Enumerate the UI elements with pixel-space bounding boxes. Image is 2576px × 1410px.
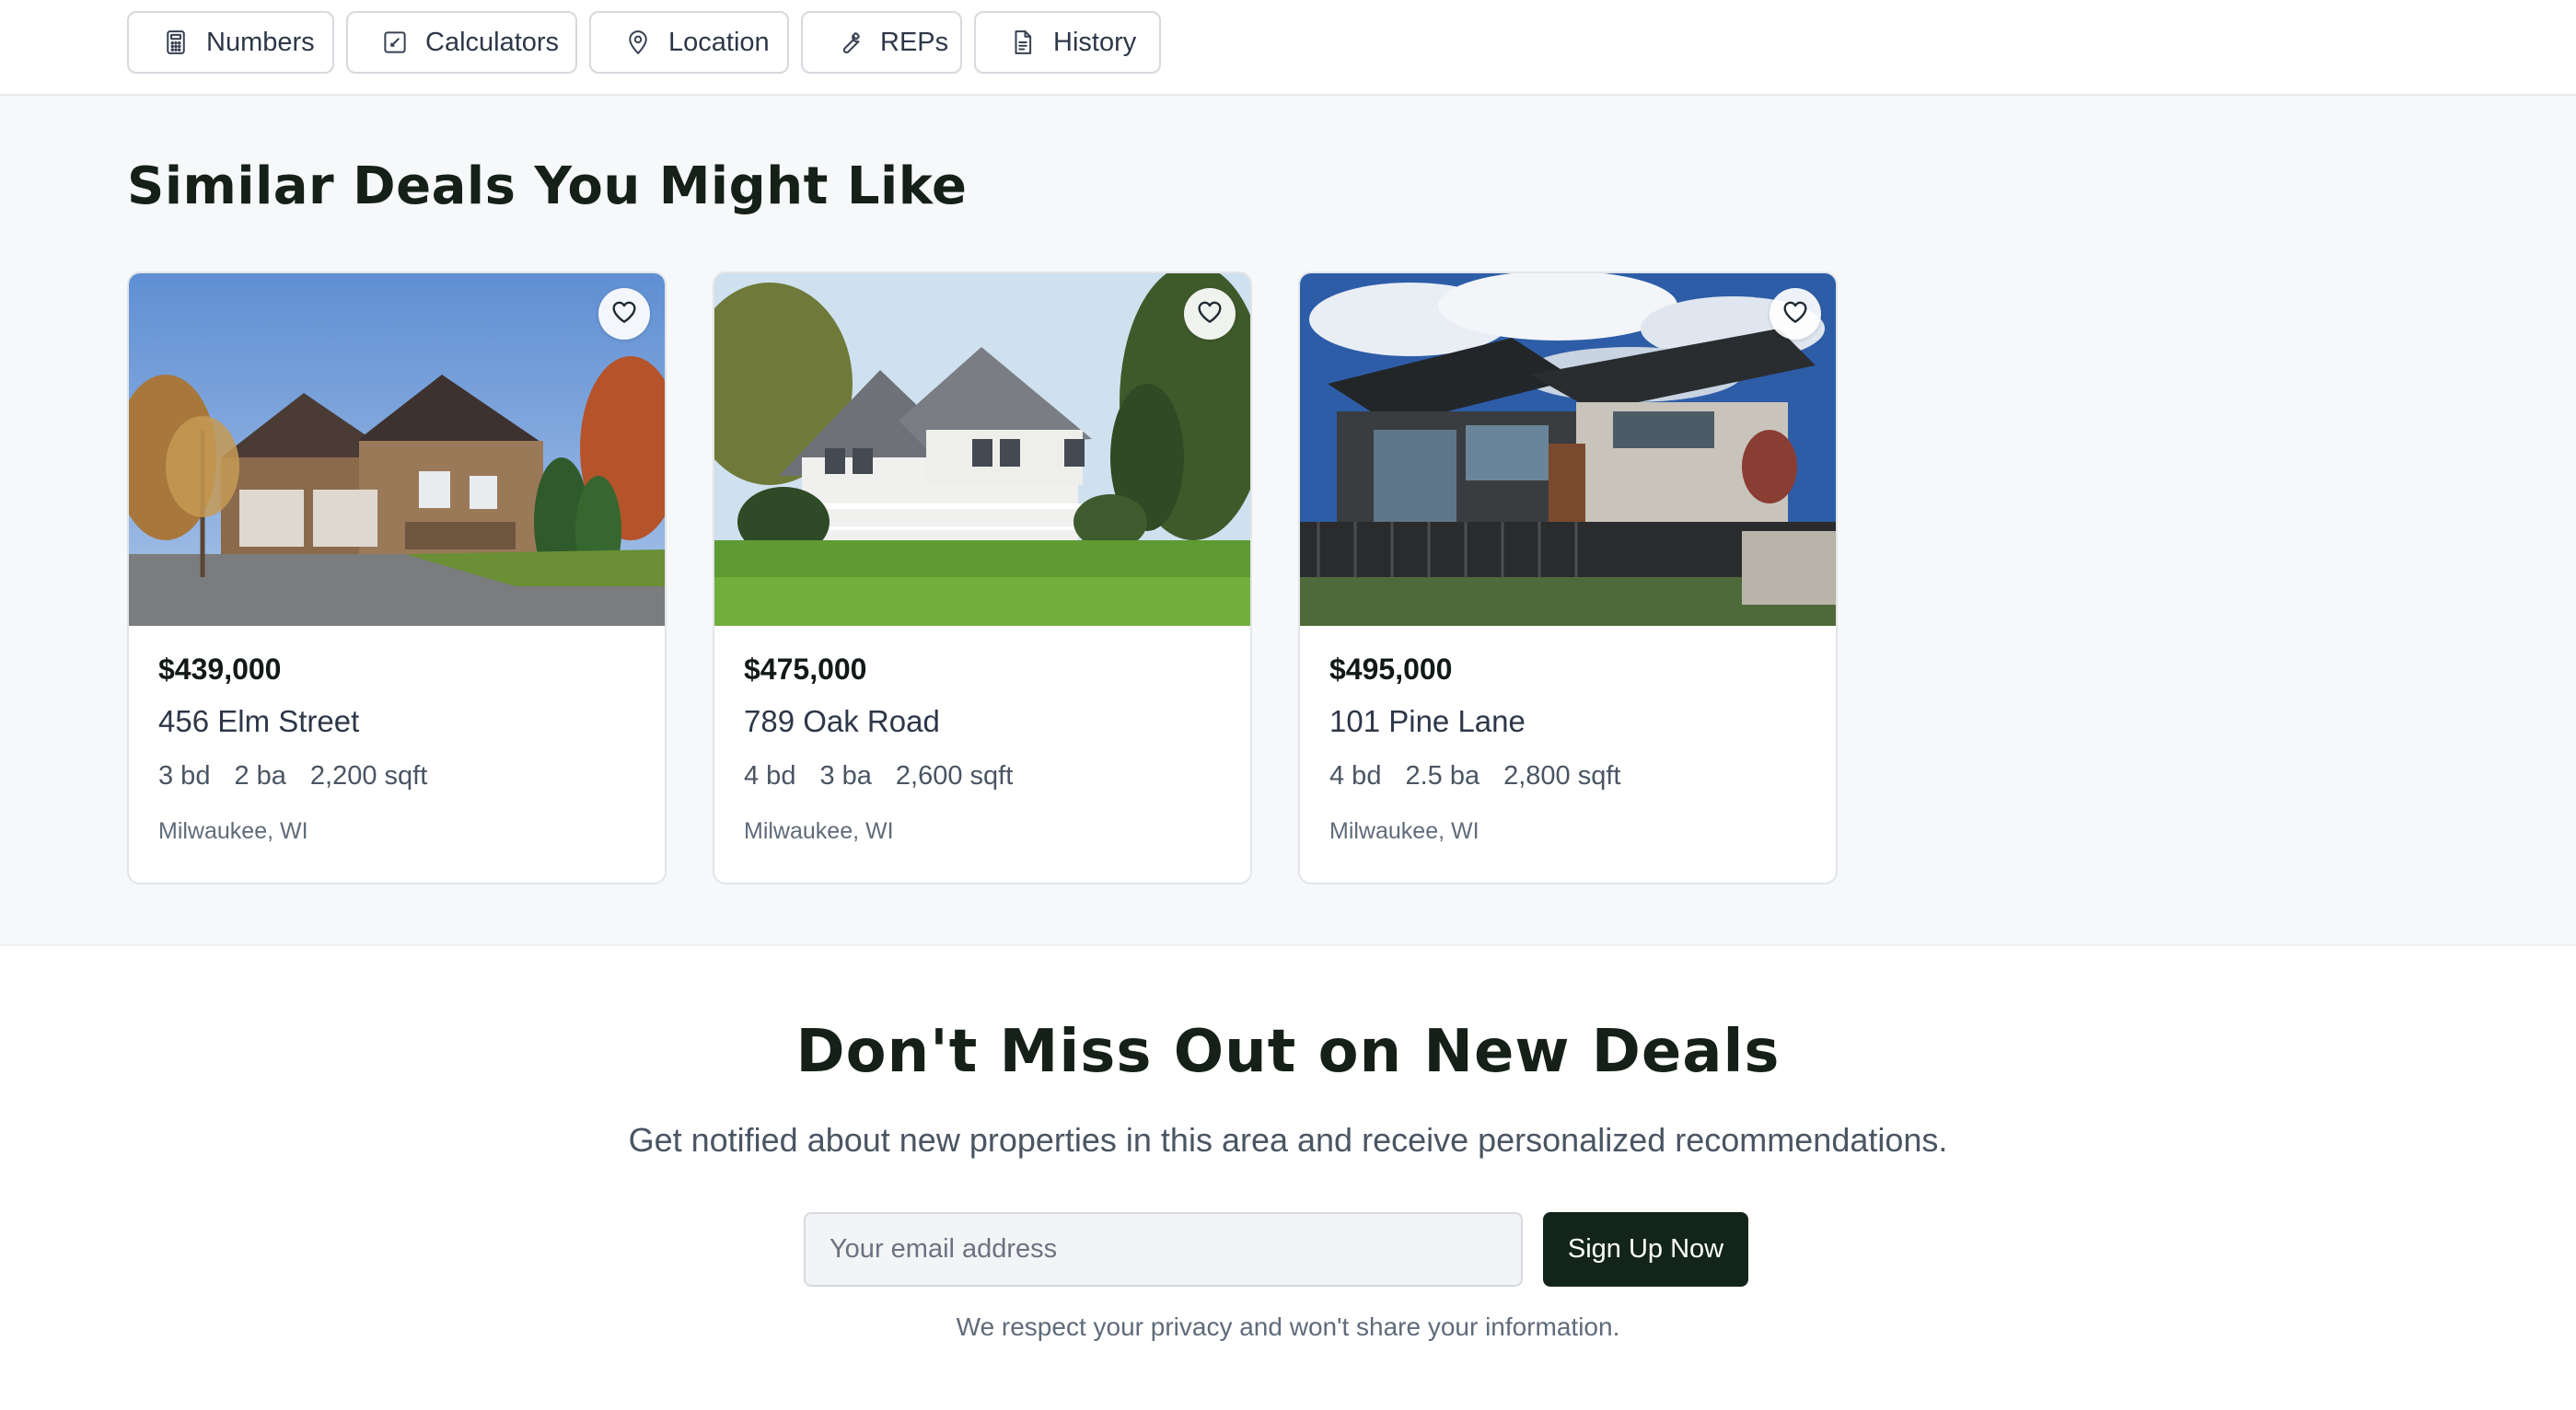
email-input[interactable]: [804, 1212, 1523, 1287]
tab-label: Location: [668, 27, 770, 57]
beds: 3 bd: [158, 761, 211, 791]
property-specs: 3 bd 2 ba 2,200 sqft: [158, 761, 427, 792]
property-address[interactable]: 456 Elm Street: [158, 704, 359, 739]
tab-reps[interactable]: REPs: [801, 11, 962, 74]
heart-icon: [609, 297, 639, 331]
baths: 3 ba: [819, 761, 872, 791]
property-specs: 4 bd 3 ba 2,600 sqft: [744, 761, 1013, 792]
property-specs: 4 bd 2.5 ba 2,800 sqft: [1329, 761, 1620, 792]
newsletter-subtitle: Get notified about new properties in thi…: [628, 1121, 1948, 1159]
baths: 2 ba: [234, 761, 286, 791]
wrench-icon: [836, 29, 864, 56]
tab-calculators[interactable]: Calculators: [346, 11, 577, 74]
property-location: Milwaukee, WI: [1329, 818, 1479, 844]
property-photo[interactable]: [1300, 273, 1836, 626]
beds: 4 bd: [744, 761, 796, 791]
calculator-icon: [162, 29, 190, 56]
property-photo[interactable]: [129, 273, 665, 626]
favorite-button[interactable]: [1184, 288, 1236, 340]
tab-numbers[interactable]: Numbers: [127, 11, 334, 74]
property-price: $495,000: [1329, 653, 1453, 686]
section-title: Similar Deals You Might Like: [127, 156, 968, 216]
tab-label: History: [1053, 27, 1137, 57]
document-icon: [1009, 29, 1037, 56]
property-price: $475,000: [744, 653, 867, 686]
sqft: 2,600 sqft: [895, 761, 1014, 791]
tab-history[interactable]: History: [974, 11, 1161, 74]
property-card[interactable]: $475,000 789 Oak Road 4 bd 3 ba 2,600 sq…: [713, 272, 1252, 884]
beds: 4 bd: [1329, 761, 1382, 791]
property-location: Milwaukee, WI: [744, 818, 894, 844]
heart-icon: [1781, 297, 1810, 331]
tab-location[interactable]: Location: [589, 11, 789, 74]
square-pen-icon: [381, 29, 409, 56]
heart-icon: [1195, 297, 1224, 331]
sign-up-button[interactable]: Sign Up Now: [1543, 1212, 1748, 1287]
tab-label: Numbers: [206, 27, 315, 57]
sqft: 2,200 sqft: [309, 761, 428, 791]
favorite-button[interactable]: [598, 288, 650, 340]
detail-tabs-bar: Numbers Calculators Location REPs Histor…: [0, 0, 2576, 96]
tab-label: REPs: [880, 27, 949, 57]
property-address[interactable]: 789 Oak Road: [744, 704, 940, 739]
property-card[interactable]: $495,000 101 Pine Lane 4 bd 2.5 ba 2,800…: [1298, 272, 1838, 884]
property-photo[interactable]: [714, 273, 1250, 626]
map-pin-icon: [624, 29, 652, 56]
property-location: Milwaukee, WI: [158, 818, 308, 844]
sqft: 2,800 sqft: [1503, 761, 1621, 791]
property-card[interactable]: $439,000 456 Elm Street 3 bd 2 ba 2,200 …: [127, 272, 667, 884]
tab-label: Calculators: [425, 27, 560, 57]
newsletter-title: Don't Miss Out on New Deals: [795, 1018, 1781, 1086]
privacy-note: We respect your privacy and won't share …: [956, 1312, 1620, 1341]
baths: 2.5 ba: [1405, 761, 1480, 791]
property-price: $439,000: [158, 653, 282, 686]
favorite-button[interactable]: [1770, 288, 1821, 340]
property-address[interactable]: 101 Pine Lane: [1329, 704, 1526, 739]
similar-deals-section: Similar Deals You Might Like $439,000 45…: [0, 96, 2576, 946]
newsletter-section: Don't Miss Out on New Deals Get notified…: [0, 946, 2576, 1410]
